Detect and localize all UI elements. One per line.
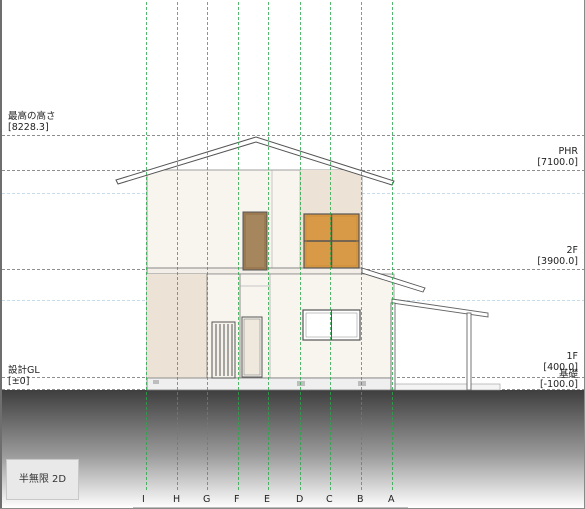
view-mode-button[interactable]: 半無限 2D — [6, 459, 79, 500]
entry-door — [241, 316, 263, 378]
grid-axis-label-A: A — [388, 494, 395, 505]
lower-window — [302, 309, 361, 341]
grid-axis-label-E: E — [264, 494, 271, 505]
elevation-viewport[interactable]: 最高の高さ [8228.3] 設計GL [±0] PHR [7100.0] 2F… — [0, 0, 585, 509]
level-value-phr: [7100.0] — [537, 157, 578, 168]
level-value-gl: [±0] — [8, 376, 30, 387]
level-label-phr: PHR — [558, 146, 578, 157]
level-label-max: 最高の高さ — [8, 111, 56, 122]
level-value-max: [8228.3] — [8, 122, 49, 133]
foundation — [146, 377, 395, 391]
elevation-drawing — [2, 2, 584, 508]
grid-axis-label-I: I — [142, 494, 145, 505]
ground-area — [2, 390, 584, 508]
grid-axis-label-D: D — [296, 494, 304, 505]
level-label-gl: 設計GL — [8, 365, 40, 376]
carport — [390, 298, 489, 391]
upper-large-window — [303, 213, 360, 269]
frame-left-border — [0, 0, 2, 509]
grid-axis-label-F: F — [234, 494, 240, 505]
grid-axis-label-B: B — [357, 494, 364, 505]
grid-axis-label-C: C — [326, 494, 333, 505]
grid-axis-label-H: H — [173, 494, 181, 505]
level-value-2f: [3900.0] — [537, 256, 578, 267]
level-label-2f: 2F — [566, 245, 578, 256]
side-door — [211, 321, 236, 379]
level-value-foundation: [-100.0] — [539, 379, 578, 390]
lower-wall-shade — [147, 274, 207, 378]
grid-axis-label-G: G — [203, 494, 211, 505]
level-label-1f: 1F — [566, 351, 578, 362]
